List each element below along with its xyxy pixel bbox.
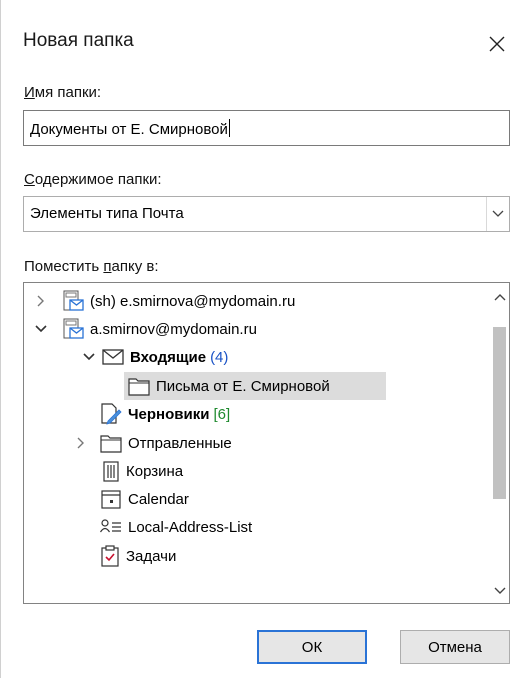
tree-item-selected-folder[interactable]: Письма от Е. Смирновой [124,372,386,400]
dropdown-button[interactable] [486,197,509,231]
tree-item-label: a.smirnov@mydomain.ru [90,320,257,338]
mailbox-icon [63,318,84,339]
folder-contents-label: Содержимое папки: [24,171,162,188]
close-button[interactable] [477,24,517,64]
folder-contents-select[interactable]: Элементы типа Почта [23,196,510,232]
tree-item-label: Корзина [126,462,184,480]
trash-icon [103,461,119,482]
unread-count: (4) [210,348,229,366]
location-label: Поместить папку в: [24,258,159,275]
dialog-title: Новая папка [23,30,134,51]
mailbox-icon [63,290,84,311]
chevron-right-icon[interactable] [74,436,88,450]
ok-button[interactable]: ОК [257,630,367,664]
folder-icon [128,378,150,396]
text-caret [228,119,230,137]
folder-contents-value: Элементы типа Почта [30,205,184,222]
chevron-down-icon [492,210,504,217]
contacts-icon [100,519,121,533]
tasks-icon [101,545,119,567]
tree-item-label: (sh) e.smirnova@mydomain.ru [90,292,296,310]
tree-item-label: Local-Address-List [128,518,253,536]
drafts-icon [101,403,122,425]
draft-count: [6] [213,405,231,423]
folder-icon [100,435,122,453]
tree-item-label: Отправленные [128,434,232,452]
chevron-down-icon[interactable] [82,350,96,364]
tree-item-main-mailbox[interactable]: a.smirnov@mydomain.ru [34,317,257,341]
title-bar: Новая папка [1,0,521,88]
chevron-down-icon[interactable] [34,322,48,336]
new-folder-dialog: Новая папка Имя папки: Документы от Е. С… [0,0,521,678]
tree-item-sent[interactable]: Отправленные [74,431,232,455]
folder-tree[interactable]: (sh) e.smirnova@mydomain.ru a.smirnov@my… [23,282,510,604]
tree-scrollbar[interactable] [490,283,509,603]
tree-item-label: Черновики [128,405,210,423]
scroll-thumb[interactable] [493,327,506,499]
tree-item-tasks[interactable]: Задачи [100,544,176,568]
tree-item-inbox[interactable]: Входящие (4) [82,345,228,369]
scroll-up-button[interactable] [490,287,509,307]
folder-name-input[interactable]: Документы от Е. Смирновой [23,110,510,146]
inbox-icon [102,349,124,365]
tree-item-label: Входящие [130,348,207,366]
tree-item-contacts[interactable]: Local-Address-List [100,515,252,539]
tree-item-trash[interactable]: Корзина [102,459,183,483]
tree-item-label: Письма от Е. Смирновой [156,377,330,395]
tree-item-label: Задачи [126,547,177,565]
folder-name-label: Имя папки: [24,84,102,101]
chevron-right-icon[interactable] [34,294,48,308]
tree-item-calendar[interactable]: Calendar [100,487,189,511]
tree-item-shared-mailbox[interactable]: (sh) e.smirnova@mydomain.ru [34,289,295,313]
cancel-button[interactable]: Отмена [400,630,510,664]
tree-item-drafts[interactable]: Черновики [6] [100,402,230,426]
scroll-down-button[interactable] [490,581,509,601]
close-icon [489,36,505,52]
chevron-down-icon [494,587,505,594]
chevron-up-icon [494,294,505,301]
tree-item-label: Calendar [128,490,189,508]
calendar-icon [101,490,121,509]
